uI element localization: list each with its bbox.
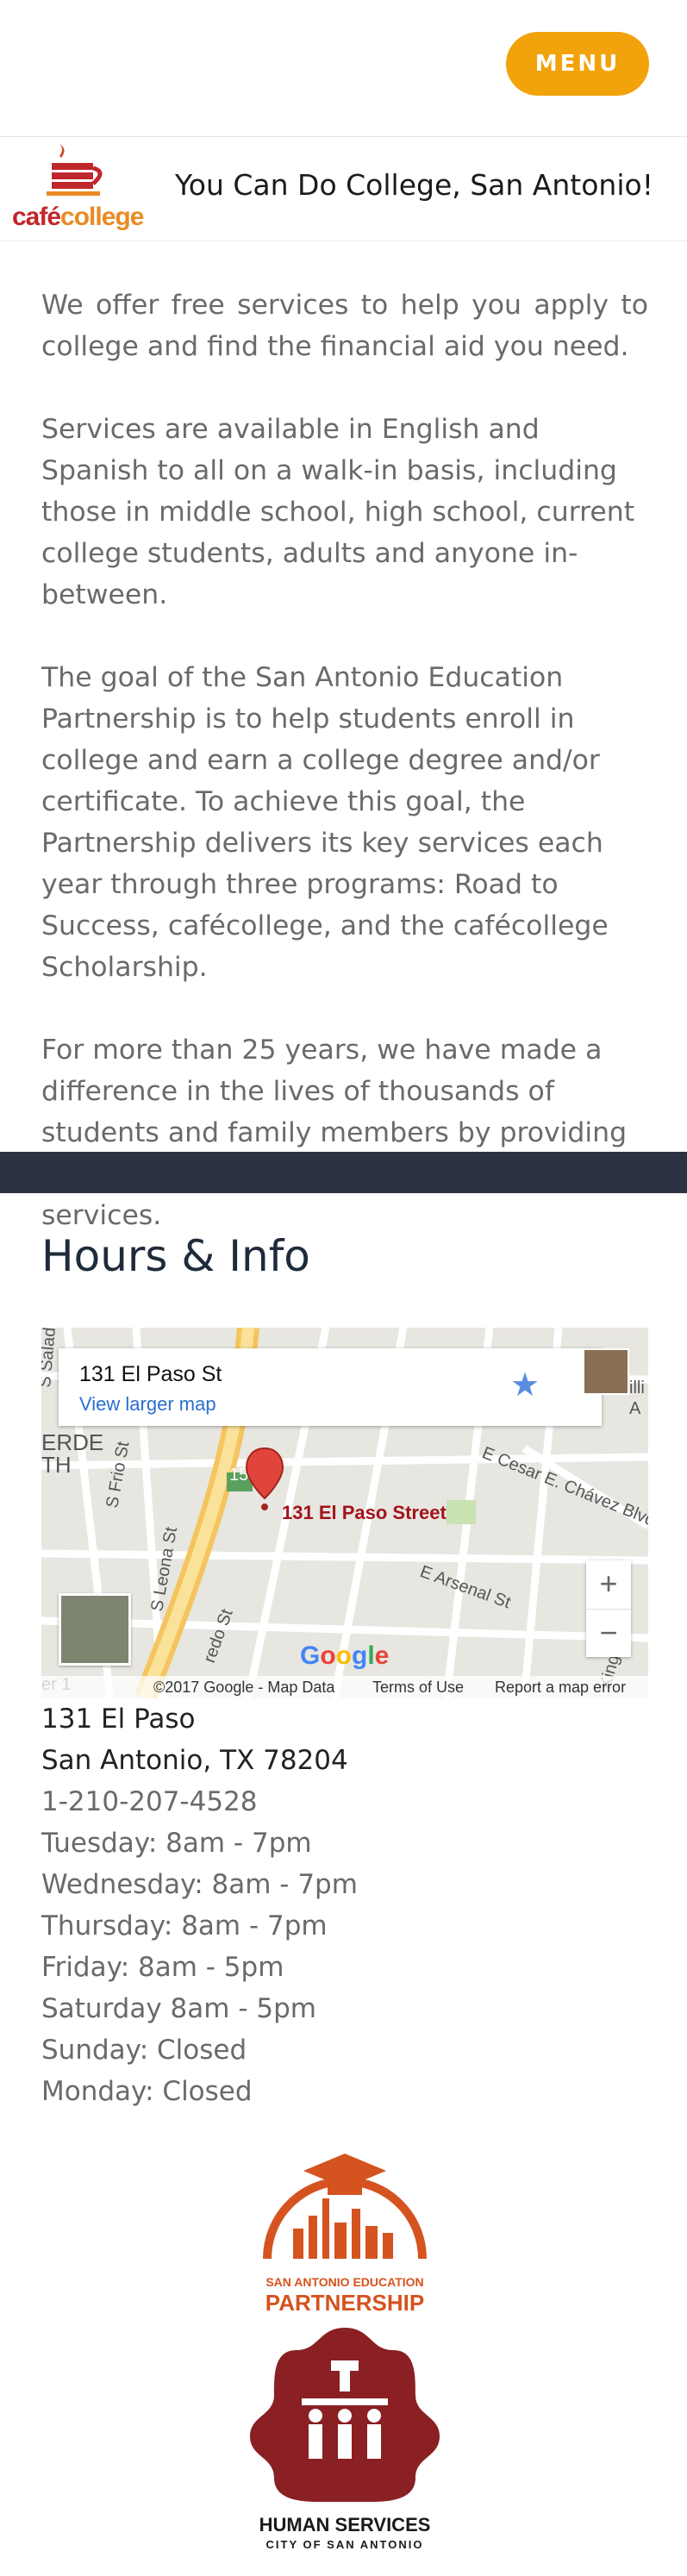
intro-paragraph: We offer free services to help you apply…: [41, 290, 648, 362]
report-map-error-link[interactable]: Report a map error: [495, 1679, 626, 1697]
hours-row: Friday: 8am - 5pm: [41, 1952, 284, 1983]
map-info-card: 131 El Paso St View larger map ★: [59, 1348, 602, 1426]
section-divider: [0, 1152, 687, 1193]
zoom-control: + −: [586, 1560, 631, 1657]
address-line-1: 131 El Paso: [41, 1704, 196, 1735]
map-street-label: A: [629, 1399, 641, 1418]
location-info: 131 El Paso San Antonio, TX 78204 1-210-…: [41, 1698, 358, 2112]
sa-education-line2: PARTNERSHIP: [265, 2290, 424, 2316]
sa-education-line1: SAN ANTONIO EDUCATION: [265, 2275, 423, 2289]
hours-row: Sunday: Closed: [41, 2035, 247, 2066]
hours-title: Hours & Info: [41, 1231, 310, 1281]
map-attribution-bar: ©2017 Google - Map Data Terms of Use Rep…: [41, 1676, 648, 1698]
cafecollege-logo[interactable]: cafécollege: [12, 144, 150, 237]
intro-paragraph: Services are available in English and Sp…: [41, 414, 635, 610]
partner-logos: SAN ANTONIO EDUCATION PARTNERSHIP HUMAN …: [233, 2147, 457, 2560]
human-services-line1: HUMAN SERVICES: [259, 2514, 431, 2535]
zoom-in-button[interactable]: +: [586, 1560, 631, 1609]
hours-row: Tuesday: 8am - 7pm: [41, 1828, 312, 1859]
map-street-label: illi: [629, 1379, 645, 1397]
hours-row: Saturday 8am - 5pm: [41, 1993, 316, 2024]
view-larger-map-link[interactable]: View larger map: [79, 1393, 216, 1416]
map-embed[interactable]: S Frio St S Leona St E Cesar E. Chávez Blv…: [41, 1328, 648, 1698]
map-pin-icon[interactable]: [243, 1445, 286, 1514]
satellite-toggle[interactable]: [59, 1593, 131, 1666]
menu-button[interactable]: MENU: [506, 32, 649, 96]
coffee-cup-icon: [47, 144, 103, 196]
hours-row: Wednesday: 8am - 7pm: [41, 1869, 358, 1900]
address-line-2: San Antonio, TX 78204: [41, 1745, 348, 1776]
map-place-title: 131 El Paso St: [79, 1362, 222, 1386]
brand-header: cafécollege You Can Do College, San Anto…: [0, 137, 687, 241]
map-copyright: ©2017 Google - Map Data: [153, 1679, 335, 1696]
site-tagline: You Can Do College, San Antonio!: [175, 168, 653, 202]
phone-number[interactable]: 1-210-207-4528: [41, 1781, 358, 1823]
zoom-out-button[interactable]: −: [586, 1609, 631, 1658]
top-bar: MENU: [0, 0, 687, 137]
intro-paragraph: The goal of the San Antonio Education Pa…: [41, 662, 609, 983]
human-services-line2: CITY OF SAN ANTONIO: [266, 2538, 424, 2551]
human-services-logo: [250, 2328, 440, 2502]
intro-section: We offer free services to help you apply…: [41, 284, 648, 1278]
map-street-label: TH: [41, 1452, 72, 1478]
map-place-label: 131 El Paso Street: [282, 1502, 447, 1523]
hours-row: Monday: Closed: [41, 2076, 253, 2107]
save-star-icon[interactable]: ★: [510, 1366, 540, 1404]
partner-logos-graphic: SAN ANTONIO EDUCATION PARTNERSHIP HUMAN …: [250, 2154, 440, 2551]
sa-education-partnership-logo: [263, 2154, 427, 2260]
hours-row: Thursday: 8am - 7pm: [41, 1910, 328, 1941]
google-logo: Google: [300, 1641, 390, 1670]
logo-wordmark: cafécollege: [12, 203, 144, 231]
terms-of-use-link[interactable]: Terms of Use: [372, 1679, 464, 1697]
streetview-avatar[interactable]: [583, 1348, 629, 1395]
intro-paragraph: For more than 25 years, we have made a d…: [41, 1035, 628, 1231]
